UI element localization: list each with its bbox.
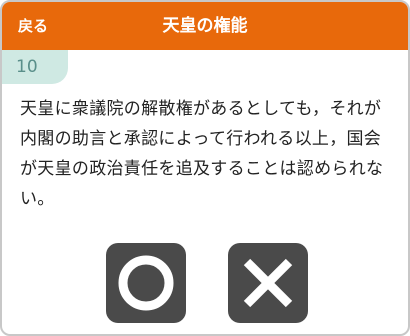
question-number-badge: 10: [2, 50, 68, 84]
page-title: 天皇の権能: [162, 16, 248, 36]
header-bar: 戻る 天皇の権能: [2, 2, 408, 50]
app-screen: 戻る 天皇の権能 10 天皇に衆議院の解散権があるとしても，それが内閣の助言と承…: [0, 0, 410, 336]
true-answer-button[interactable]: [106, 243, 186, 323]
false-answer-button[interactable]: [228, 243, 308, 323]
circle-maru-icon: [118, 255, 174, 311]
cross-batsu-icon: [243, 258, 293, 308]
question-text: 天皇に衆議院の解散権があるとしても，それが内閣の助言と承認によって行われる以上，…: [20, 99, 384, 209]
back-button[interactable]: 戻る: [18, 2, 48, 50]
